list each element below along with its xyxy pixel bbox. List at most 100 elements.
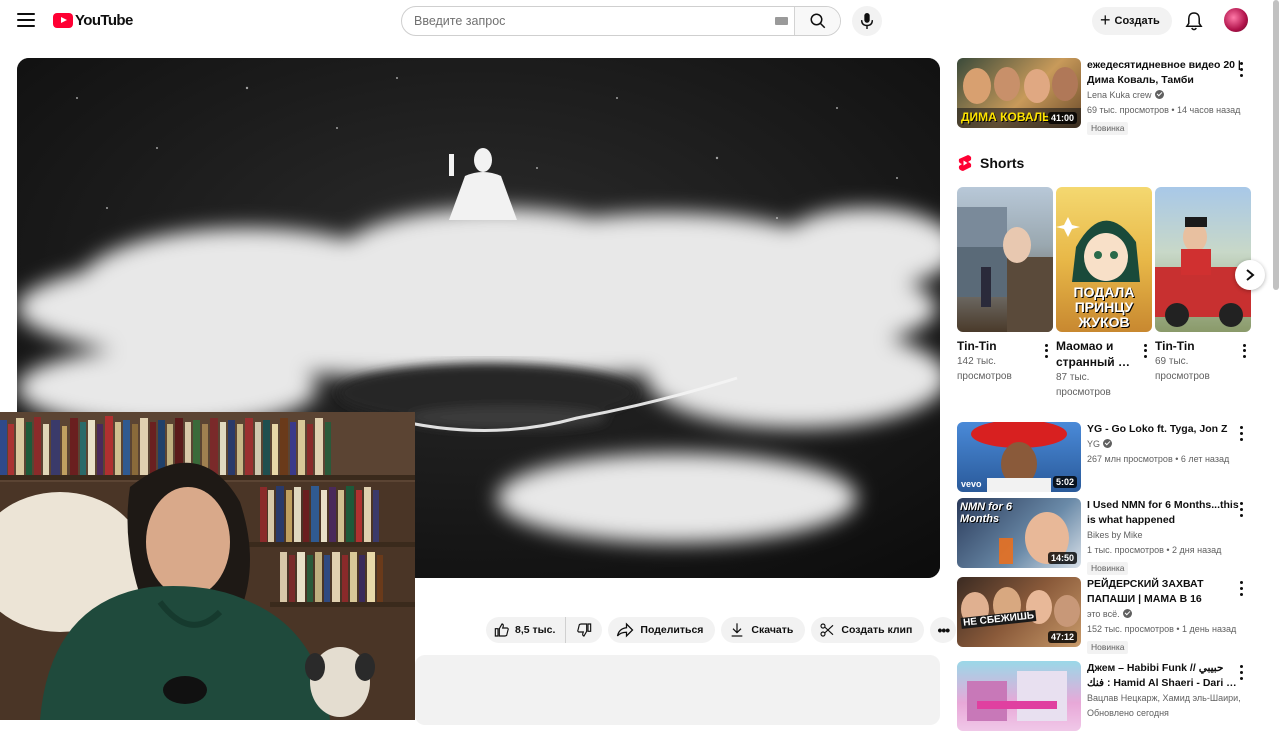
channel-name[interactable]: это всё. (1087, 609, 1120, 619)
video-stats: 69 тыс. просмотров • 14 часов назад (1087, 105, 1241, 115)
video-title[interactable]: I Used NMN for 6 Months...this is what h… (1087, 498, 1242, 528)
short-views: 87 тыс. просмотров (1056, 372, 1111, 398)
related-video[interactable]: vevo 5:02 YG - Go Loko ft. Tyga, Jon Z Y… (957, 422, 1257, 492)
download-button[interactable]: Скачать (721, 617, 806, 643)
shorts-icon (958, 155, 972, 171)
description-box[interactable] (415, 655, 940, 725)
scrollbar-thumb[interactable] (1273, 0, 1279, 290)
channel-name[interactable]: Bikes by Mike (1087, 528, 1242, 543)
menu-icon[interactable] (17, 13, 35, 27)
related-video[interactable]: NMN for 6 Months 14:50 I Used NMN for 6 … (957, 498, 1257, 575)
more-actions-button[interactable]: ••• (930, 617, 957, 643)
youtube-play-icon (53, 13, 73, 28)
webcam-image (0, 412, 415, 720)
video-duration: 41:00 (1047, 112, 1077, 124)
video-menu-button[interactable] (1235, 500, 1247, 518)
short-menu-button[interactable] (1238, 343, 1250, 359)
video-menu-button[interactable] (1235, 424, 1247, 442)
short-item[interactable]: ПОДАЛА ПРИНЦУ ЖУКОВ Маомао и странный … … (1056, 187, 1153, 400)
short-views: 69 тыс. просмотров (1155, 356, 1210, 382)
video-title[interactable]: ежедесятидневное видео 20 | Дима Коваль,… (1087, 58, 1242, 88)
video-thumbnail[interactable] (957, 661, 1081, 731)
video-stats: Обновлено сегодня (1087, 708, 1169, 718)
create-label: Создать (1114, 15, 1160, 27)
dislike-button[interactable] (566, 617, 602, 643)
search-button[interactable] (794, 7, 840, 35)
search-icon (810, 13, 825, 29)
masthead: YouTube + Создать (0, 0, 1280, 42)
short-thumbnail-art (1155, 217, 1251, 327)
youtube-logo[interactable]: YouTube (53, 12, 133, 29)
related-video[interactable]: Джем – Habibi Funk // حبيبي فنك : Hamid … (957, 661, 1257, 731)
page-scrollbar[interactable] (1272, 0, 1280, 720)
channel-row: YG (1087, 437, 1242, 452)
video-thumbnail[interactable]: vevo 5:02 (957, 422, 1081, 492)
like-button[interactable]: 8,5 тыс. (486, 617, 567, 643)
logo-text: YouTube (75, 12, 133, 29)
video-thumbnail[interactable]: НЕ СБЕЖИШЬ 47:12 (957, 577, 1081, 647)
video-meta: I Used NMN for 6 Months...this is what h… (1087, 498, 1242, 576)
channel-name[interactable]: Вацлав Нецкарж, Хамид эль-Шаири, А… (1087, 691, 1242, 706)
share-button[interactable]: Поделиться (608, 617, 716, 643)
shorts-header: Shorts (957, 154, 1024, 172)
video-meta: Джем – Habibi Funk // حبيبي فنك : Hamid … (1087, 661, 1242, 721)
short-menu-button[interactable] (1139, 343, 1151, 359)
short-title: Маомао и странный … (1056, 339, 1131, 369)
search-box (401, 6, 841, 36)
short-thumbnail-caption: ПОДАЛА ПРИНЦУ ЖУКОВ (1073, 284, 1135, 330)
short-title: Tin-Tin (957, 339, 997, 353)
video-title[interactable]: РЕЙДЕРСКИЙ ЗАХВАТ ПАПАШИ | МАМА В 16 (1087, 577, 1242, 607)
video-title[interactable]: YG - Go Loko ft. Tyga, Jon Z (1087, 422, 1242, 437)
channel-row: это всё. (1087, 607, 1242, 622)
scissors-icon (820, 623, 834, 637)
thumbs-up-icon (494, 623, 509, 637)
short-thumbnail[interactable] (957, 187, 1053, 332)
video-thumbnail[interactable]: NMN for 6 Months 14:50 (957, 498, 1081, 568)
keyboard-icon[interactable] (768, 7, 794, 35)
like-count: 8,5 тыс. (515, 624, 556, 636)
video-duration: 14:50 (1047, 552, 1077, 564)
create-button[interactable]: + Создать (1092, 7, 1172, 35)
shorts-next-button[interactable] (1235, 260, 1265, 290)
avatar[interactable] (1224, 8, 1248, 32)
voice-search-button[interactable] (852, 6, 882, 36)
video-meta: YG - Go Loko ft. Tyga, Jon Z YG 267 млн … (1087, 422, 1242, 467)
download-label: Скачать (751, 624, 794, 636)
short-menu-button[interactable] (1040, 343, 1052, 359)
video-stats: 267 млн просмотров • 6 лет назад (1087, 454, 1230, 464)
verified-icon (1103, 439, 1113, 448)
video-duration: 5:02 (1052, 476, 1077, 488)
video-stats: 1 тыс. просмотров • 2 дня назад (1087, 545, 1222, 555)
related-video[interactable]: ДИМА КОВАЛЬ 41:00 ежедесятидневное видео… (957, 58, 1257, 135)
like-dislike-group: 8,5 тыс. (486, 617, 603, 643)
video-actions: 8,5 тыс. Поделиться Скачать Создать клип… (486, 617, 957, 643)
short-views: 142 тыс. просмотров (957, 356, 1012, 382)
thumbnail-art (967, 671, 1067, 721)
short-thumbnail[interactable] (1155, 187, 1251, 332)
related-video[interactable]: НЕ СБЕЖИШЬ 47:12 РЕЙДЕРСКИЙ ЗАХВАТ ПАПАШ… (957, 577, 1257, 654)
short-item[interactable]: Tin-Tin 142 тыс. просмотров (957, 187, 1054, 384)
search-input[interactable] (402, 7, 768, 35)
video-menu-button[interactable] (1235, 663, 1247, 681)
channel-name[interactable]: YG (1087, 439, 1100, 449)
more-icon: ••• (937, 622, 950, 638)
share-icon (617, 622, 634, 638)
webcam-overlay (0, 412, 415, 720)
channel-row: Lena Kuka crew (1087, 88, 1242, 103)
notifications-button[interactable] (1183, 10, 1205, 32)
video-thumbnail[interactable]: ДИМА КОВАЛЬ 41:00 (957, 58, 1081, 128)
video-title[interactable]: Джем – Habibi Funk // حبيبي فنك : Hamid … (1087, 661, 1242, 691)
clip-label: Создать клип (841, 624, 913, 636)
short-item[interactable]: Tin-Tin 69 тыс. просмотров (1155, 187, 1252, 384)
short-title: Tin-Tin (1155, 339, 1195, 353)
short-thumbnail-art (957, 207, 1053, 332)
short-thumbnail[interactable]: ПОДАЛА ПРИНЦУ ЖУКОВ (1056, 187, 1152, 332)
video-menu-button[interactable] (1235, 579, 1247, 597)
video-menu-button[interactable] (1235, 60, 1247, 78)
verified-icon (1154, 90, 1164, 99)
video-meta: РЕЙДЕРСКИЙ ЗАХВАТ ПАПАШИ | МАМА В 16 это… (1087, 577, 1242, 655)
plus-icon: + (1100, 10, 1111, 30)
mic-icon (860, 13, 874, 29)
channel-name[interactable]: Lena Kuka crew (1087, 90, 1152, 100)
create-clip-button[interactable]: Создать клип (811, 617, 925, 643)
